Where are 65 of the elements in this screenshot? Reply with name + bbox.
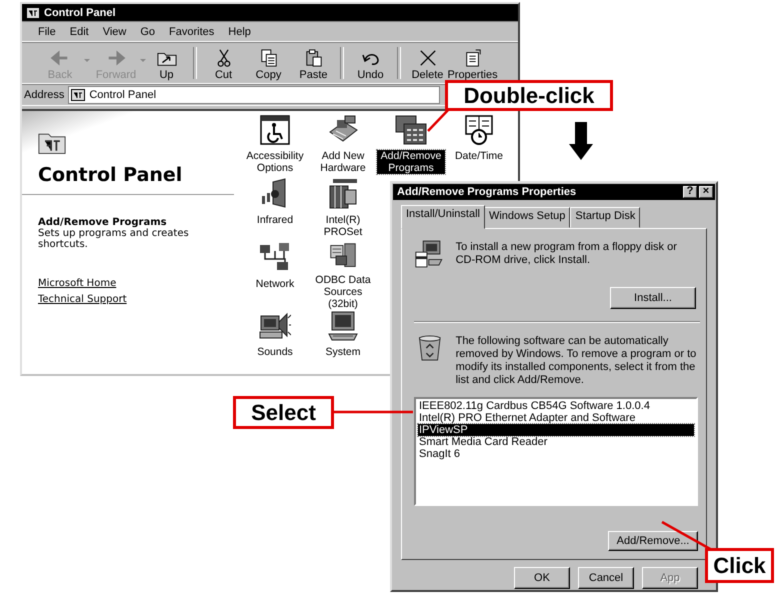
icon-label[interactable]: ODBC Data Sources (32bit) [309,274,377,310]
toolbar-button[interactable]: Undo [348,45,393,81]
wheelchair-icon[interactable] [259,114,291,146]
tab[interactable]: Startup Disk [570,206,640,228]
list-item[interactable]: IEEE802.11g Cardbus CB54G Software 1.0.0.4 [418,400,694,412]
icon-label[interactable]: Infrared [256,214,294,226]
link[interactable]: Technical Support [38,294,127,305]
tab[interactable]: Windows Setup [484,206,570,228]
menu-item[interactable]: View [96,24,132,38]
callout: Double-click [445,80,613,111]
icon-label[interactable]: Sounds [256,346,294,358]
toolbar-button[interactable]: Properties [450,45,495,81]
dialog-button[interactable]: Cancel [578,567,634,589]
instruction-text: The following software can be automatically removed by Windows. To remove a program or to modify its installed components, select it from the list and click Add/Remove. [456,334,698,387]
item-description: Sets up programs and creates shortcuts. [38,228,190,250]
icon-label[interactable]: Accessibility Options [241,150,309,174]
window-title: Control Panel [44,6,116,18]
panel-heading: Control Panel [38,164,184,186]
menu-item[interactable]: Help [222,24,257,38]
install-button[interactable]: Install... [610,286,696,309]
network-card-icon[interactable] [327,178,359,210]
list-item[interactable]: IPViewSP [418,424,694,436]
address-field[interactable]: Control Panel [68,86,440,104]
link[interactable]: Microsoft Home [38,278,116,289]
icon-label[interactable]: Date/Time [454,150,504,162]
help-button[interactable]: ? [683,186,697,198]
computer-icon[interactable] [327,310,359,342]
tab[interactable]: Install/Uninstall [401,204,485,229]
instruction-text: To install a new program from a floppy disk or CD-ROM drive, click Install. [456,240,678,267]
menu-item[interactable]: Favorites [163,24,220,38]
forward-arrow-icon [106,49,126,67]
menu-item[interactable]: Edit [64,24,95,38]
icon-label[interactable]: Add New Hardware [309,150,377,174]
callout: Click [705,548,774,583]
add-remove-button[interactable]: Add/Remove... [608,531,698,551]
down-arrow-icon [569,122,593,160]
control-panel-icon [71,89,86,101]
toolbar-button[interactable]: Delete [405,45,450,81]
list-item[interactable]: Intel(R) PRO Ethernet Adapter and Software [418,412,694,424]
menu-item[interactable]: Go [134,24,162,38]
computer-box-icon [414,238,444,269]
address-label: Address [24,89,64,101]
program-windows-icon[interactable] [395,114,427,146]
x-mark-icon [418,49,438,67]
toolbar-button[interactable]: Paste [291,45,336,81]
copy-pages-icon [258,49,278,67]
toolbar-button[interactable]: Copy [246,45,291,81]
icon-label[interactable]: System [324,346,362,358]
dialog-title: Add/Remove Programs Properties [397,186,578,198]
toolbar-button[interactable]: Cut [201,45,246,81]
menu-item[interactable]: File [32,24,62,38]
close-button[interactable]: × [699,186,713,198]
item-title: Add/Remove Programs [38,217,168,228]
icon-label[interactable]: Network [254,278,296,290]
toolbar-button[interactable]: Up [144,45,189,81]
list-item[interactable]: SnagIt 6 [418,448,694,460]
icon-label[interactable]: Add/Remove Programs [377,150,445,174]
list-item[interactable]: Smart Media Card Reader [418,436,694,448]
callout: Select [233,396,334,429]
dialog-button[interactable]: OK [514,567,570,589]
clipboard-icon [304,49,324,67]
icon-label[interactable]: Intel(R) PROSet [309,214,377,238]
calendar-clock-icon[interactable] [463,114,495,146]
back-arrow-icon [50,49,70,67]
control-panel-icon [26,6,40,18]
